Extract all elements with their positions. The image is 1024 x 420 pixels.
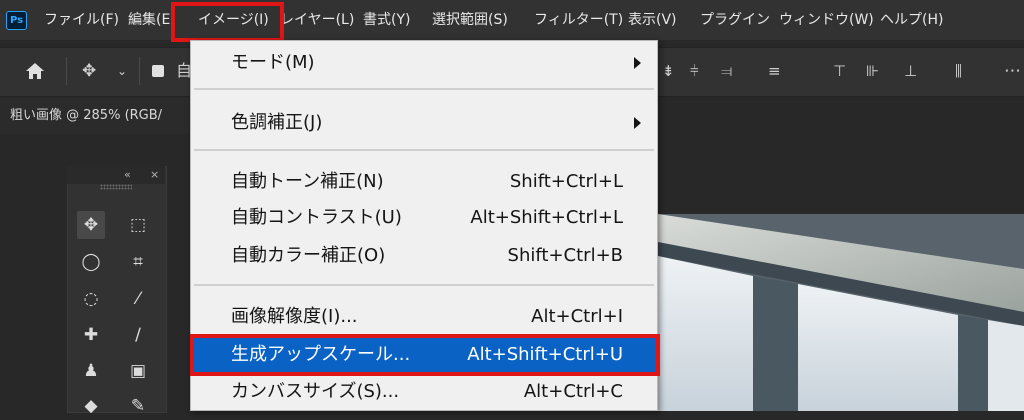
- menu-item-mode[interactable]: モード(M): [191, 44, 657, 82]
- menu-item-shortcut: Shift+Ctrl+B: [507, 245, 623, 266]
- stamp-tool-icon[interactable]: ♟: [77, 357, 105, 385]
- gradient-tool-icon[interactable]: ▣: [124, 357, 152, 385]
- menu-edit[interactable]: 編集(E): [128, 0, 176, 40]
- align-bottom-icon[interactable]: ⊥: [904, 47, 917, 95]
- menu-item-label: 自動コントラスト(U): [231, 207, 402, 228]
- menu-window[interactable]: ウィンドウ(W): [779, 0, 874, 40]
- align-middle-icon[interactable]: ⊪: [866, 47, 879, 95]
- canvas-image[interactable]: [658, 214, 1024, 411]
- menu-item-shortcut: Alt+Ctrl+C: [523, 381, 623, 402]
- eraser-tool-icon[interactable]: ◆: [77, 392, 105, 420]
- options-divider: [139, 57, 140, 85]
- checkbox-icon[interactable]: [152, 65, 164, 77]
- collapse-panel-icon[interactable]: «: [124, 166, 131, 184]
- menu-item-image-size[interactable]: 画像解像度(I)... Alt+Ctrl+I: [191, 298, 657, 336]
- pen-tool-icon[interactable]: ✎: [124, 392, 152, 420]
- menu-item-label: モード(M): [231, 52, 315, 73]
- chevron-down-icon[interactable]: ⌄: [117, 47, 127, 95]
- upscale-highlight-box: [190, 334, 660, 376]
- options-divider: [66, 57, 67, 85]
- quick-selection-tool-icon[interactable]: ◌: [77, 285, 105, 313]
- submenu-arrow-icon: [634, 117, 641, 129]
- align-left-icon[interactable]: ⇟: [662, 47, 675, 95]
- menu-select[interactable]: 選択範囲(S): [432, 0, 508, 40]
- menu-item-auto-color[interactable]: 自動カラー補正(O) Shift+Ctrl+B: [191, 237, 657, 275]
- menu-item-label: 色調補正(J): [231, 112, 323, 133]
- distribute-icon[interactable]: ≡: [768, 47, 781, 95]
- lasso-tool-icon[interactable]: ◯: [77, 248, 105, 276]
- move-tool-icon[interactable]: ✥: [77, 211, 105, 239]
- menu-separator: [194, 149, 654, 151]
- menu-filter[interactable]: フィルター(T): [534, 0, 623, 40]
- photoshop-logo-icon[interactable]: Ps: [6, 11, 27, 30]
- menu-separator: [194, 88, 654, 90]
- menu-item-label: カンバスサイズ(S)...: [231, 381, 400, 402]
- image-menu-highlight-box: [171, 2, 284, 42]
- healing-brush-tool-icon[interactable]: ✚: [77, 321, 105, 349]
- menu-item-auto-tone[interactable]: 自動トーン補正(N) Shift+Ctrl+L: [191, 163, 657, 201]
- menu-item-label: 自動トーン補正(N): [231, 171, 384, 192]
- submenu-arrow-icon: [634, 57, 641, 69]
- align-center-icon[interactable]: ⫩: [690, 47, 699, 95]
- menu-view[interactable]: 表示(V): [628, 0, 677, 40]
- menu-item-shortcut: Alt+Ctrl+I: [531, 306, 623, 327]
- menu-item-shortcut: Shift+Ctrl+L: [509, 171, 623, 192]
- eyedropper-tool-icon[interactable]: ⁄: [124, 285, 152, 313]
- home-icon[interactable]: [25, 47, 45, 95]
- panel-grip[interactable]: [100, 184, 132, 190]
- close-panel-icon[interactable]: ×: [150, 166, 159, 184]
- menu-layer[interactable]: レイヤー(L): [280, 0, 354, 40]
- document-tab-title: 粗い画像 @ 285% (RGB/: [10, 108, 163, 123]
- menu-item-label: 自動カラー補正(O): [231, 245, 386, 266]
- menu-file[interactable]: ファイル(F): [44, 0, 119, 40]
- menu-item-shortcut: Alt+Shift+Ctrl+L: [470, 207, 623, 228]
- menu-item-canvas-size[interactable]: カンバスサイズ(S)... Alt+Ctrl+C: [191, 373, 657, 411]
- align-right-icon[interactable]: ⫤: [721, 47, 732, 95]
- align-top-icon[interactable]: ⊤: [833, 47, 846, 95]
- marquee-tool-icon[interactable]: ⬚: [124, 211, 152, 239]
- menu-item-auto-contrast[interactable]: 自動コントラスト(U) Alt+Shift+Ctrl+L: [191, 199, 657, 237]
- crop-tool-icon[interactable]: ⌗: [124, 248, 152, 276]
- menu-help[interactable]: ヘルプ(H): [880, 0, 943, 40]
- menu-type[interactable]: 書式(Y): [363, 0, 410, 40]
- more-options-icon[interactable]: ⋯: [1004, 47, 1021, 95]
- menu-item-adjustments[interactable]: 色調補正(J): [191, 104, 657, 142]
- menu-item-label: 画像解像度(I)...: [231, 306, 358, 327]
- menu-separator: [194, 284, 654, 286]
- menu-plugins[interactable]: プラグイン: [700, 0, 770, 40]
- brush-tool-icon[interactable]: ∕: [124, 321, 152, 349]
- distribute-vertical-icon[interactable]: ⫼: [955, 47, 962, 95]
- move-tool-icon[interactable]: ✥: [82, 47, 96, 95]
